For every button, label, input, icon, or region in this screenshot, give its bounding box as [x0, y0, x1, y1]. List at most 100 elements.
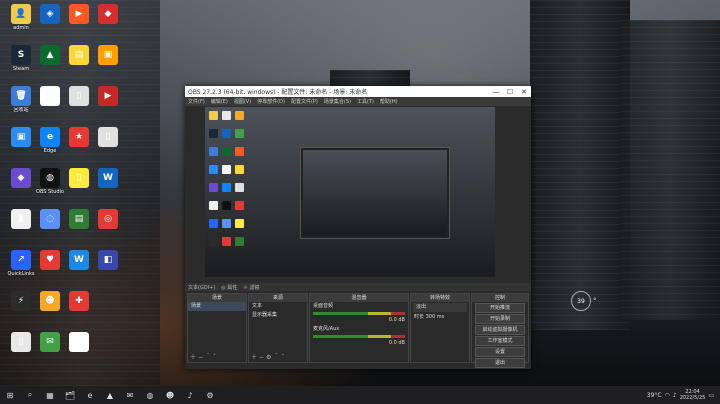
start-streaming-button[interactable]: 开始推流	[475, 303, 525, 313]
source-toolbar: 文本(GDI+) ◎ 属性 ☼ 滤镜	[185, 283, 531, 291]
scene-item[interactable]: 场景	[188, 302, 246, 311]
notification-icon[interactable]: ▭	[708, 392, 714, 399]
network-icon[interactable]: ◠	[665, 392, 670, 399]
desktop-icon[interactable]: ▣	[89, 43, 127, 81]
desktop-icon-glyph: ◎	[98, 209, 118, 229]
wallpaper-building-right	[530, 0, 630, 330]
mixer-level: 0.0 dB	[388, 317, 405, 323]
taskbar-app-icon[interactable]: ✉	[121, 388, 139, 402]
sources-header: 来源	[249, 294, 307, 302]
menu-file[interactable]: 文件(F)	[188, 98, 205, 105]
menu-help[interactable]: 帮助(H)	[380, 98, 398, 105]
preview-icon	[222, 201, 231, 210]
mixer-channel-label: 麦克风/Aux	[313, 326, 340, 332]
filters-button[interactable]: ☼ 滤镜	[243, 284, 259, 291]
desktop-icon[interactable]: ▯	[89, 125, 127, 163]
taskbar-app-icon[interactable]: e	[81, 388, 99, 402]
desktop-icon-glyph: ✚	[69, 291, 89, 311]
transition-duration[interactable]: 时长 300 ms	[411, 313, 469, 322]
menu-scene-collection[interactable]: 场景集合(S)	[324, 98, 351, 105]
maximize-icon[interactable]: ☐	[503, 88, 517, 96]
minimize-icon[interactable]: —	[489, 88, 503, 96]
desktop-icon-glyph: ◉	[40, 86, 60, 106]
preview-icon	[235, 219, 244, 228]
desktop-icon-glyph: W	[98, 168, 118, 188]
menu-edit[interactable]: 编辑(E)	[211, 98, 228, 105]
close-icon[interactable]: ✕	[517, 88, 531, 96]
volume-icon[interactable]: ♪	[673, 392, 677, 399]
source-tools[interactable]: ＋−⚙＾ˇ	[251, 352, 286, 361]
menu-tools[interactable]: 工具(T)	[357, 98, 374, 105]
weather-widget[interactable]: 39 °	[571, 290, 611, 312]
taskbar-app-icon[interactable]: ▦	[41, 388, 59, 402]
audio-meter	[313, 312, 405, 315]
search-icon[interactable]: ⌕	[21, 388, 39, 402]
desktop-icon[interactable]: ▶	[89, 84, 127, 122]
desktop-icon-glyph: e	[40, 127, 60, 147]
desktop-icon-glyph: ▯	[69, 168, 89, 188]
desktop-icon[interactable]: ✚	[60, 289, 98, 327]
desktop-icon-glyph: ☻	[40, 291, 60, 311]
desktop-icon-glyph: 👤	[11, 4, 31, 24]
desktop-icon[interactable]: ◎	[89, 207, 127, 245]
preview-icon	[209, 111, 218, 120]
desktop-icon-glyph: ▶	[98, 86, 118, 106]
desktop-icon[interactable]: ◆	[89, 2, 127, 40]
properties-button[interactable]: ◎ 属性	[221, 284, 237, 291]
start-icon[interactable]: ⊞	[1, 388, 19, 402]
preview-icon	[222, 183, 231, 192]
source-item[interactable]: 文本	[249, 302, 307, 311]
preview-icon	[235, 183, 244, 192]
menu-view[interactable]: 视图(V)	[234, 98, 251, 105]
clock[interactable]: 22:04 2022/5/25	[680, 389, 706, 401]
desktop-icon[interactable]: ◧	[89, 248, 127, 286]
clock-date: 2022/5/25	[679, 395, 706, 401]
wallpaper-building-far-right	[620, 20, 720, 320]
studio-mode-button[interactable]: 工作室模式	[475, 336, 525, 346]
taskbar-app-icon[interactable]: ⚙	[201, 388, 219, 402]
desktop-icon-glyph: ▶	[69, 4, 89, 24]
widget-unit: °	[593, 297, 597, 305]
source-item[interactable]: 显示器采集	[249, 311, 307, 320]
taskbar-app-icon[interactable]: ▲	[101, 388, 119, 402]
desktop-icon-glyph: ↗	[11, 250, 31, 270]
virtual-camera-button[interactable]: 启动虚拟摄像机	[475, 325, 525, 335]
controls-dock: 控制 开始推流 开始录制 启动虚拟摄像机 工作室模式 设置 退出	[471, 293, 529, 368]
desktop-icon-glyph: ▯	[98, 127, 118, 147]
preview-icon	[209, 237, 218, 246]
scenes-header: 场景	[188, 294, 246, 302]
taskbar-app-icon[interactable]: ◍	[141, 388, 159, 402]
desktop-icon-glyph: ◍	[40, 168, 60, 188]
exit-button[interactable]: 退出	[475, 358, 525, 368]
desktop-icon[interactable]: W	[89, 166, 127, 204]
taskbar-app-icon[interactable]: ♪	[181, 388, 199, 402]
menu-profile[interactable]: 配置文件(P)	[291, 98, 318, 105]
taskbar-app-icon[interactable]: ☻	[161, 388, 179, 402]
obs-title: OBS 27.2.3 (64-bit, windows) - 配置文件: 未命名…	[188, 89, 368, 96]
desktop-icon[interactable]: ▭	[60, 330, 98, 368]
scene-tools[interactable]: ＋−＾ˇ	[190, 352, 218, 361]
preview-icon	[235, 111, 244, 120]
obs-preview[interactable]	[205, 107, 495, 277]
menu-docks[interactable]: 停靠部件(D)	[257, 98, 285, 105]
obs-window[interactable]: OBS 27.2.3 (64-bit, windows) - 配置文件: 未命名…	[185, 86, 531, 369]
transitions-header: 转场特效	[411, 294, 469, 302]
preview-icon	[222, 237, 231, 246]
taskbar-app-icon[interactable]: 🗂	[61, 388, 79, 402]
preview-icon	[235, 237, 244, 246]
desktop-icon-glyph: ▤	[69, 209, 89, 229]
settings-button[interactable]: 设置	[475, 347, 525, 357]
desktop-icon-glyph: ◈	[40, 4, 60, 24]
preview-icon	[209, 183, 218, 192]
preview-icon	[209, 147, 218, 156]
preview-icon	[209, 219, 218, 228]
transition-select[interactable]: 淡出	[413, 303, 467, 312]
desktop-icon-glyph: ✉	[40, 332, 60, 352]
taskbar-apps: ▦ 🗂 e ▲ ✉ ◍ ☻ ♪ ⚙	[40, 388, 220, 402]
obs-titlebar[interactable]: OBS 27.2.3 (64-bit, windows) - 配置文件: 未命名…	[185, 86, 531, 97]
audio-meter	[313, 335, 405, 338]
preview-icon	[209, 165, 218, 174]
nested-obs-preview	[300, 147, 450, 239]
desktop-icon-glyph: ◧	[98, 250, 118, 270]
start-recording-button[interactable]: 开始录制	[475, 314, 525, 324]
